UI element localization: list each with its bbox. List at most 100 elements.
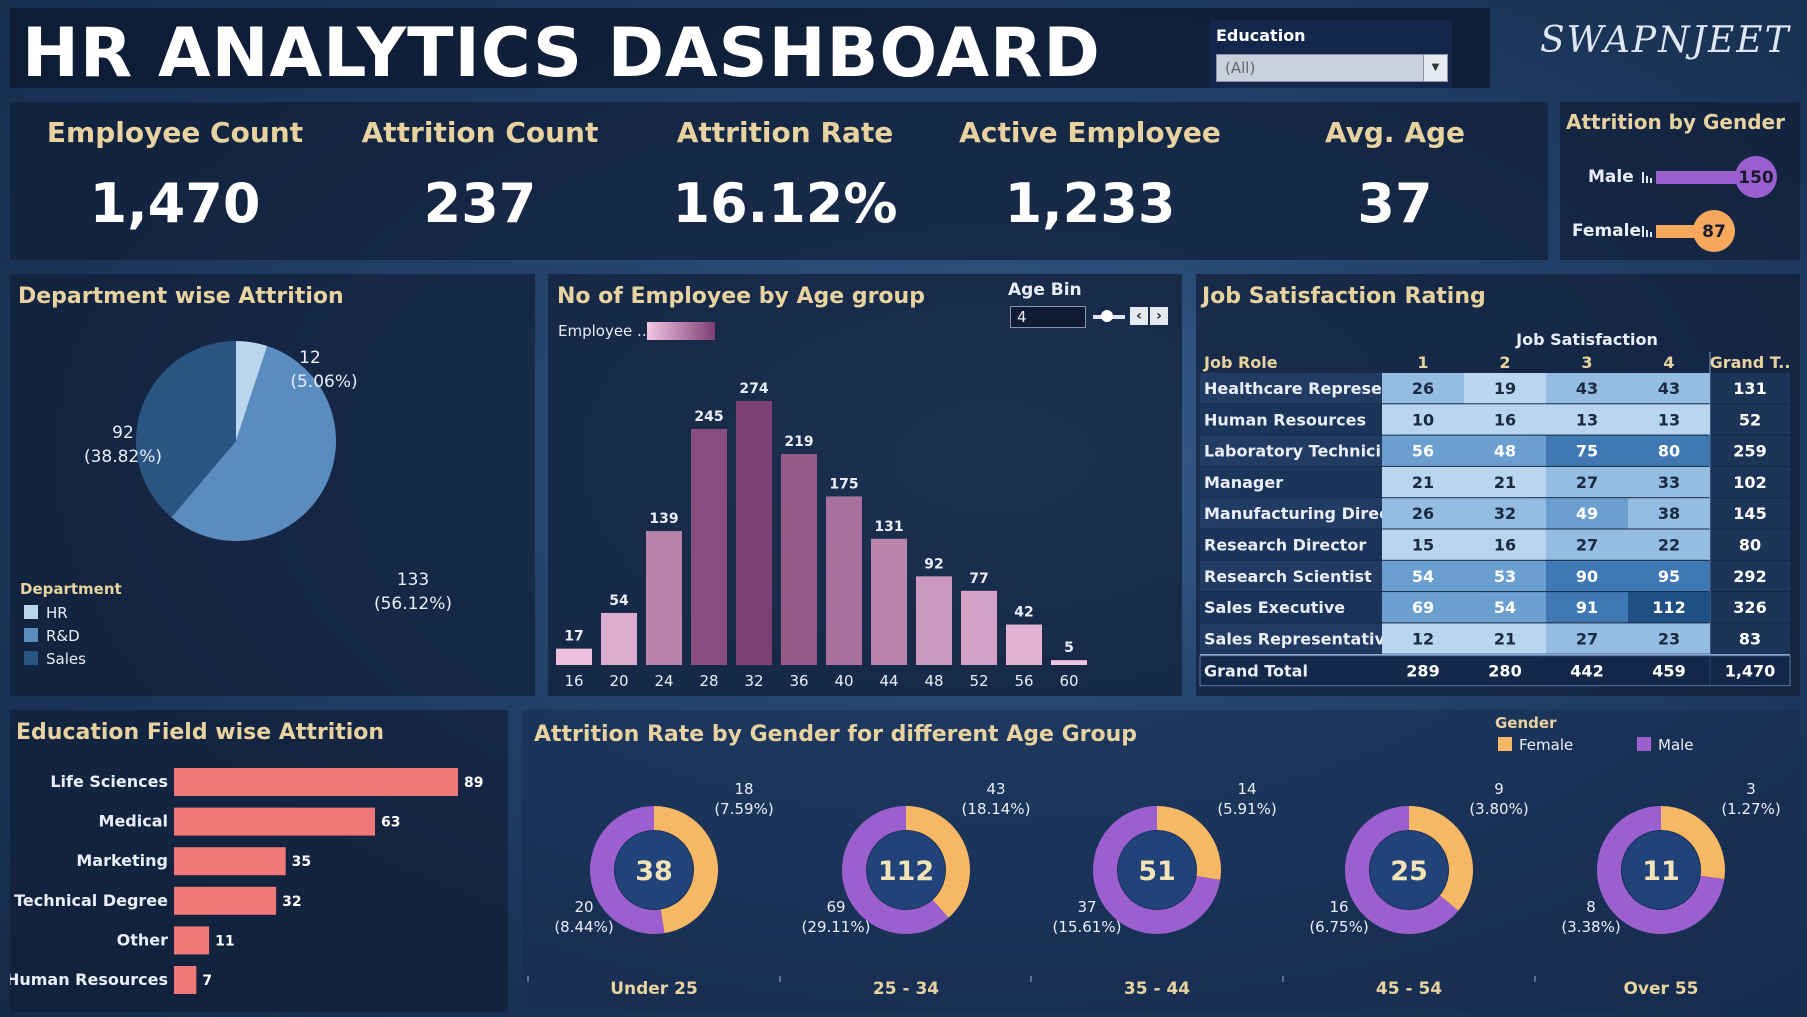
bar-age-20[interactable]	[601, 612, 637, 665]
legend-item-hr[interactable]: HR	[46, 604, 68, 622]
kpi-label: Active Employee	[959, 116, 1221, 149]
gender-label-female: Female	[1572, 221, 1641, 241]
category-label: Technical Degree	[14, 891, 168, 910]
education-select-value: (All)	[1225, 59, 1256, 77]
job-role-label[interactable]: Manufacturing Direc..	[1204, 504, 1401, 523]
row-total: 326	[1733, 598, 1766, 617]
bar-age-28[interactable]	[691, 428, 727, 665]
male-count-label: 8	[1586, 898, 1596, 916]
cell-value: 80	[1658, 442, 1680, 461]
bar-human-resources[interactable]	[174, 966, 197, 994]
male-count-label: 37	[1077, 898, 1096, 916]
job-role-label[interactable]: Human Resources	[1204, 410, 1366, 429]
cell-value: 49	[1576, 504, 1598, 523]
row-total: 52	[1739, 410, 1761, 429]
row-total: 292	[1733, 567, 1766, 586]
job-role-label[interactable]: Sales Representative	[1204, 629, 1396, 648]
column-header[interactable]: 3	[1581, 353, 1592, 372]
data-label: (5.06%)	[290, 372, 357, 392]
x-tick-label: 16	[564, 672, 583, 690]
row-total: 145	[1733, 504, 1766, 523]
bar-marketing[interactable]	[174, 847, 286, 876]
cell-value: 27	[1576, 536, 1598, 555]
grand-total-value: 280	[1488, 662, 1521, 681]
cell-value: 69	[1412, 598, 1434, 617]
kpi-label: Attrition Rate	[676, 116, 894, 149]
chevron-down-icon[interactable]: ▼	[1423, 55, 1447, 81]
kpi-value: 1,233	[1004, 172, 1176, 235]
cell-value: 91	[1576, 598, 1598, 617]
legend-item-rd[interactable]: R&D	[46, 627, 80, 645]
category-label: Medical	[99, 812, 168, 831]
data-label: 32	[282, 894, 301, 910]
bar-age-40[interactable]	[826, 496, 862, 665]
data-label: 12	[299, 348, 321, 368]
legend-item-sales[interactable]: Sales	[46, 650, 86, 668]
cell-value: 10	[1412, 410, 1434, 429]
bar-age-32[interactable]	[736, 401, 772, 665]
cell-value: 19	[1494, 379, 1516, 398]
bar-age-52[interactable]	[961, 590, 997, 665]
job-satisfaction-panel: Job Satisfaction Rating Job Satisfaction…	[1196, 274, 1800, 696]
legend-swatch-rd[interactable]	[24, 628, 38, 642]
data-label: 133	[397, 570, 429, 590]
data-label: 92	[924, 556, 943, 572]
column-header[interactable]: Grand T..	[1710, 353, 1791, 372]
data-label: 92	[112, 423, 134, 443]
kpi-strip: Employee Count 1,470 Attrition Count 237…	[10, 102, 1548, 260]
age-group-panel: No of Employee by Age group Employee .. …	[548, 274, 1182, 696]
gender-age-attrition-panel: Attrition Rate by Gender for different A…	[522, 710, 1800, 1012]
bar-age-60[interactable]	[1051, 660, 1087, 665]
education-select[interactable]: (All) ▼	[1216, 54, 1448, 82]
bar-age-24[interactable]	[646, 531, 682, 665]
bar-chart-icon	[1642, 172, 1652, 183]
age-group-label: Under 25	[610, 979, 698, 999]
age-group-bar-chart: 17 16 54 20 139 24 245 28 274 32 219 36 175 40 131 44 92…	[556, 381, 1087, 690]
bar-life-sciences[interactable]	[174, 768, 458, 796]
job-role-label[interactable]: Laboratory Technici..	[1204, 442, 1393, 461]
cell-value: 26	[1412, 504, 1434, 523]
job-satisfaction-table: Job Satisfaction Job Role 1 2 3 4 Grand T..He…	[1199, 330, 1791, 687]
job-role-label[interactable]: Healthcare Represe..	[1204, 379, 1394, 398]
cell-value: 43	[1576, 379, 1598, 398]
legend-swatch-sales[interactable]	[24, 651, 38, 665]
page-title: HR ANALYTICS DASHBOARD	[22, 14, 1101, 93]
bar-age-56[interactable]	[1006, 624, 1042, 665]
donut-total: 25	[1390, 856, 1428, 887]
bar-age-16[interactable]	[556, 648, 592, 665]
cell-value: 27	[1576, 629, 1598, 648]
column-header[interactable]: Job Role	[1203, 353, 1278, 372]
donut-total: 38	[635, 856, 673, 887]
data-label: 175	[829, 476, 858, 492]
category-label: Marketing	[76, 851, 168, 870]
cell-value: 21	[1412, 473, 1434, 492]
x-tick-label: 20	[609, 672, 628, 690]
legend-swatch-hr[interactable]	[24, 605, 38, 619]
x-tick-label: 24	[654, 672, 673, 690]
cell-value: 90	[1576, 567, 1598, 586]
bar-technical-degree[interactable]	[174, 886, 277, 915]
cell-value: 13	[1658, 410, 1680, 429]
male-pct-label: (3.38%)	[1561, 918, 1620, 936]
bar-chart-icon	[1642, 226, 1652, 237]
bar-medical[interactable]	[174, 807, 376, 836]
job-role-label[interactable]: Research Scientist	[1204, 567, 1372, 586]
job-role-label[interactable]: Research Director	[1204, 536, 1366, 555]
row-total: 80	[1739, 536, 1761, 555]
job-role-label[interactable]: Manager	[1204, 473, 1283, 492]
cell-value: 21	[1494, 473, 1516, 492]
bar-age-36[interactable]	[781, 453, 817, 665]
female-pct-label: (7.59%)	[714, 800, 773, 818]
bar-other[interactable]	[174, 926, 210, 955]
bar-age-48[interactable]	[916, 576, 952, 665]
female-count-label: 3	[1746, 780, 1756, 798]
cell-value: 16	[1494, 536, 1516, 555]
column-header[interactable]: 4	[1663, 353, 1674, 372]
female-count-label: 18	[734, 780, 753, 798]
data-label: 131	[874, 519, 903, 535]
job-role-label[interactable]: Sales Executive	[1204, 598, 1345, 617]
education-field-panel: Education Field wise Attrition Life Scie…	[10, 710, 508, 1012]
column-header[interactable]: 2	[1499, 353, 1510, 372]
column-header[interactable]: 1	[1417, 353, 1428, 372]
bar-age-44[interactable]	[871, 538, 907, 665]
